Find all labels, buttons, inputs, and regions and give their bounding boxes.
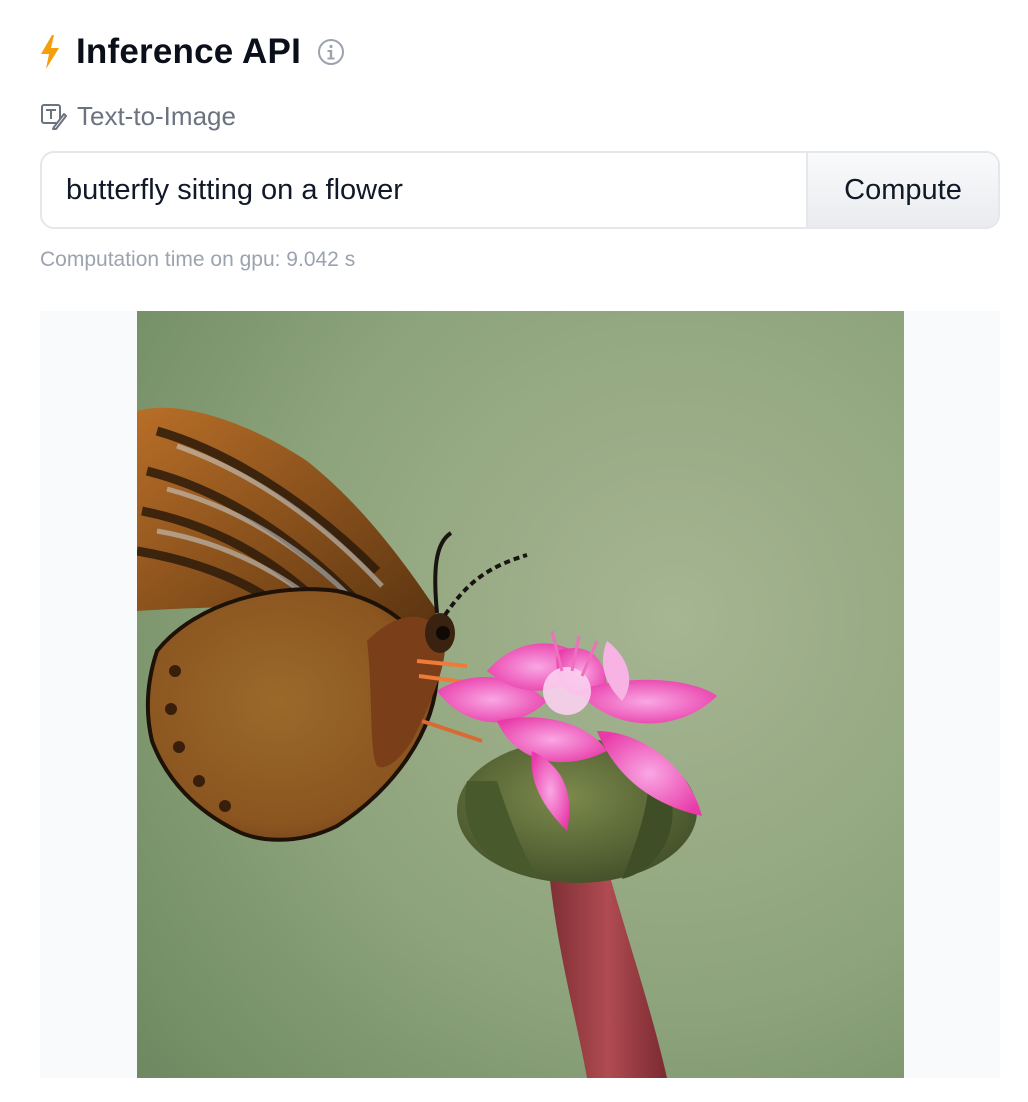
text-to-image-icon: [41, 103, 67, 130]
widget-header: Inference API: [38, 28, 345, 76]
prompt-input[interactable]: [42, 153, 806, 227]
generated-image: [137, 311, 904, 1078]
task-type: Text-to-Image: [40, 96, 236, 136]
output-image-panel: [40, 311, 1000, 1078]
task-label: Text-to-Image: [77, 100, 236, 131]
computation-time: Computation time on gpu: 9.042 s: [40, 248, 356, 271]
compute-button[interactable]: Compute: [806, 153, 998, 227]
prompt-form: Compute: [40, 151, 1000, 229]
widget-title: Inference API: [76, 32, 301, 71]
lightning-bolt-icon: [41, 35, 59, 69]
info-icon[interactable]: [317, 38, 345, 66]
